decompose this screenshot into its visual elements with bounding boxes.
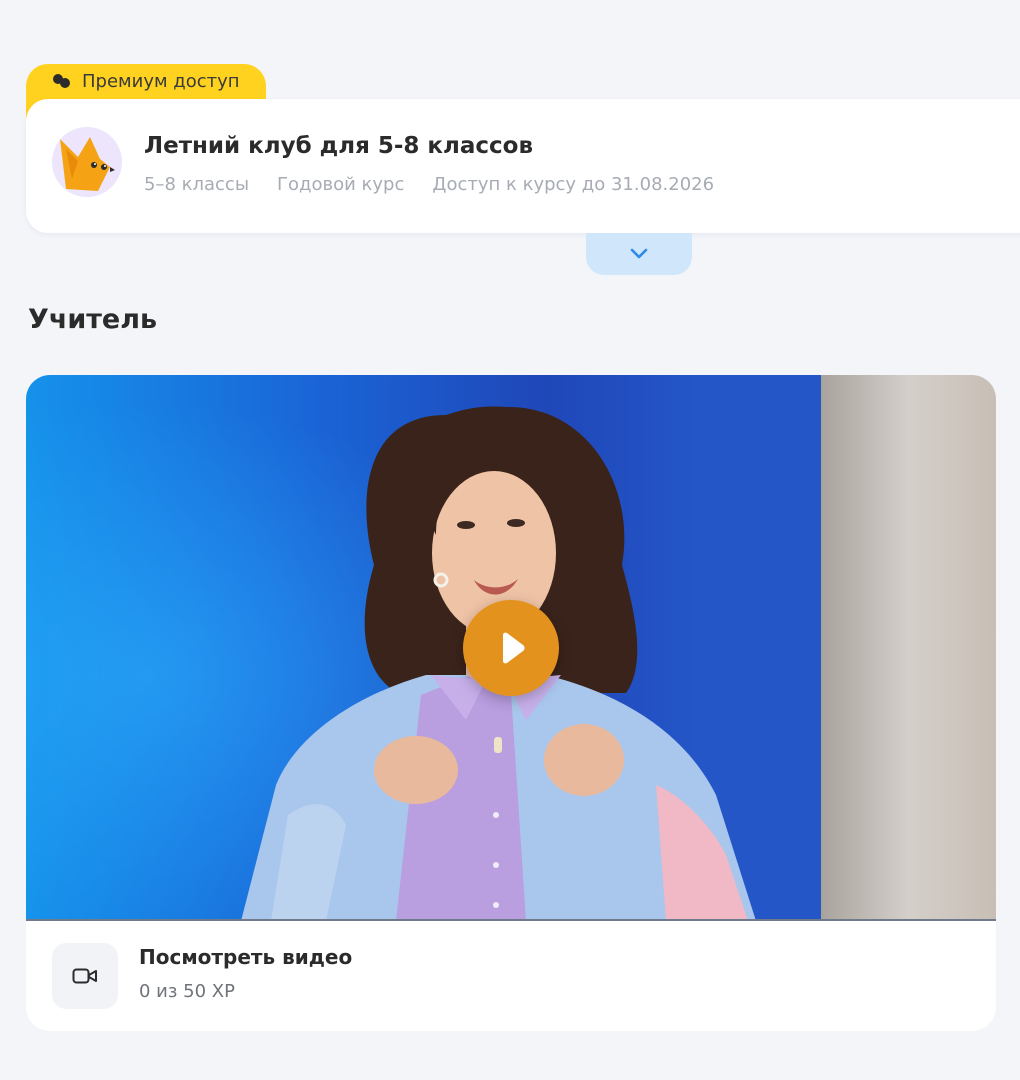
- course-title[interactable]: Летний клуб для 5-8 классов: [144, 133, 533, 159]
- course-type: Годовой курс: [277, 174, 405, 195]
- course-card[interactable]: Летний клуб для 5-8 классов 5–8 классы Г…: [26, 99, 1020, 233]
- course-access-date: Доступ к курсу до 31.08.2026: [432, 174, 715, 195]
- play-button[interactable]: [463, 600, 559, 696]
- premium-icon: [53, 74, 70, 88]
- expand-course-button[interactable]: [586, 233, 692, 275]
- video-thumbnail[interactable]: [26, 375, 996, 921]
- course-grades: 5–8 классы: [144, 174, 250, 195]
- chevron-down-icon: [630, 248, 648, 259]
- course-meta: 5–8 классы Годовой курс Доступ к курсу д…: [144, 174, 714, 195]
- section-title-teacher: Учитель: [28, 304, 158, 335]
- fox-mascot-icon: [52, 127, 122, 197]
- teacher-video-card[interactable]: Посмотреть видео 0 из 50 XP: [26, 375, 996, 1031]
- video-info[interactable]: Посмотреть видео 0 из 50 XP: [26, 921, 996, 1031]
- play-icon: [503, 632, 525, 664]
- video-camera-icon: [72, 968, 97, 984]
- watch-video-label[interactable]: Посмотреть видео: [139, 945, 352, 969]
- video-xp-progress: 0 из 50 XP: [139, 981, 235, 1002]
- premium-label: Премиум доступ: [82, 71, 240, 92]
- video-icon-box: [52, 943, 118, 1009]
